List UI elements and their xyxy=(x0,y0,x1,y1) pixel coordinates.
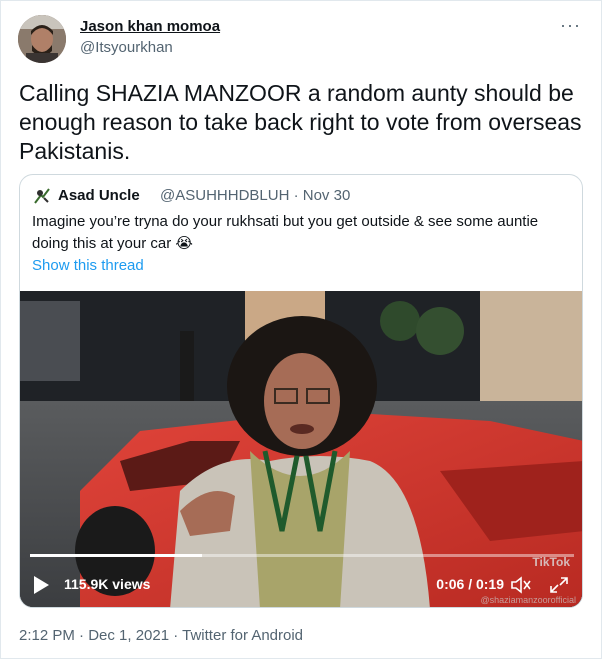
video-progress-fill xyxy=(30,554,202,557)
quoted-author-handle: @ASUHHHDBLUH xyxy=(160,187,290,204)
author-name[interactable]: Jason khan momoa xyxy=(80,18,220,35)
fullscreen-icon[interactable] xyxy=(548,575,570,595)
quoted-text: Imagine you’re tryna do your rukhsati bu… xyxy=(32,213,539,252)
tweet-timestamp[interactable]: 2:12 PM · Dec 1, 2021 · Twitter for Andr… xyxy=(19,627,303,644)
video-progress-bar[interactable] xyxy=(30,554,574,557)
quoted-date: · Nov 30 xyxy=(293,187,351,204)
author-handle[interactable]: @Itsyourkhan xyxy=(80,39,173,56)
author-avatar[interactable] xyxy=(18,15,66,63)
quoted-tweet[interactable]: Asad Uncle @ASUHHHDBLUH · Nov 30 Imagine… xyxy=(19,174,583,608)
volume-icon[interactable] xyxy=(510,575,532,595)
more-options-icon[interactable]: ··· xyxy=(560,15,581,36)
video-views: 115.9K views xyxy=(64,576,151,592)
video-time: 0:06 / 0:19 xyxy=(436,576,504,592)
show-thread-link[interactable]: Show this thread xyxy=(32,257,144,274)
tiktok-watermark: TikTok xyxy=(532,555,570,569)
quoted-author-name[interactable]: Asad Uncle xyxy=(58,187,140,204)
tweet-card: Jason khan momoa @Itsyourkhan ··· Callin… xyxy=(0,0,602,659)
tiktok-watermark-handle: @shaziamanzoorofficial xyxy=(480,595,576,605)
quoted-author-meta: @ASUHHHDBLUH · Nov 30 xyxy=(160,187,350,204)
tweet-text: Calling SHAZIA MANZOOR a random aunty sh… xyxy=(19,80,582,164)
video-frame xyxy=(20,291,582,607)
quoted-avatar-icon xyxy=(32,186,52,206)
avatar-photo xyxy=(18,15,66,63)
quoted-avatar[interactable] xyxy=(32,186,52,206)
play-icon[interactable] xyxy=(32,575,50,595)
video-player[interactable]: TikTok @shaziamanzoorofficial 115.9K vie… xyxy=(20,291,582,607)
